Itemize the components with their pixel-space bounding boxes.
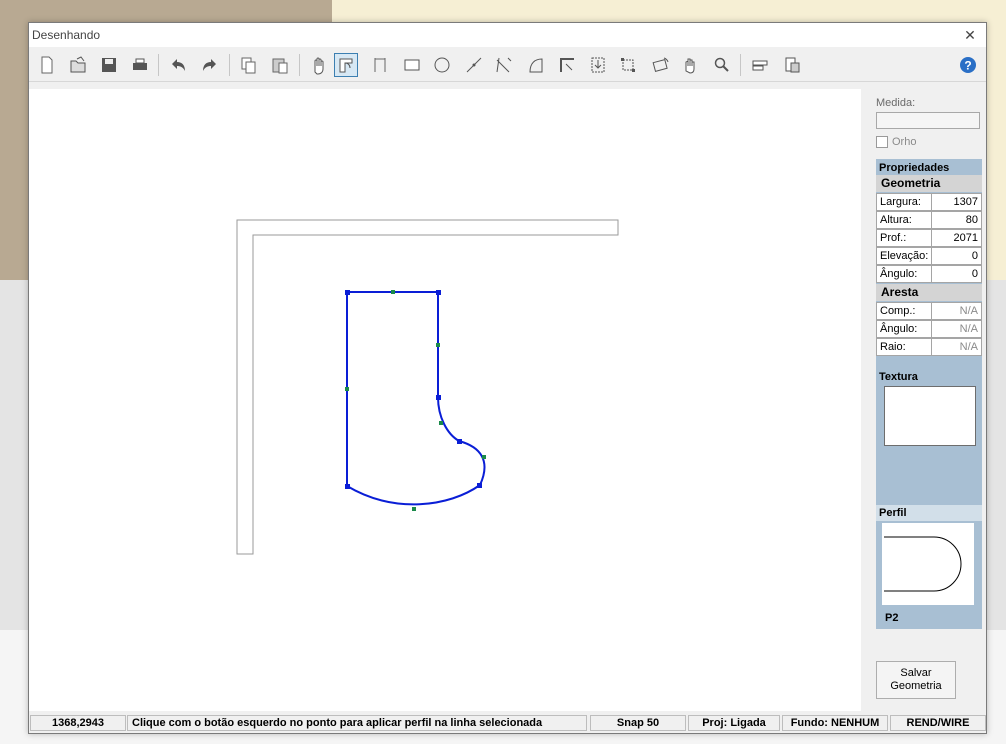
edge-value: N/A bbox=[932, 338, 982, 356]
rotate-icon[interactable] bbox=[648, 53, 672, 77]
trim-icon[interactable] bbox=[492, 53, 516, 77]
apply-profile-icon[interactable] bbox=[334, 53, 358, 77]
edge-label: Ângulo: bbox=[876, 320, 932, 338]
drawing-canvas[interactable] bbox=[29, 89, 861, 711]
properties-panel: Propriedades Geometria Largura: 1307 Alt… bbox=[876, 159, 982, 629]
profile-name: P2 bbox=[885, 612, 899, 624]
close-icon[interactable]: ✕ bbox=[954, 23, 986, 47]
save-geometry-label: Salvar Geometria bbox=[890, 667, 942, 692]
help-icon[interactable]: ? bbox=[956, 53, 980, 77]
edge-label: Comp.: bbox=[876, 302, 932, 320]
rectangle-icon[interactable] bbox=[400, 53, 424, 77]
circle-icon[interactable] bbox=[430, 53, 454, 77]
texture-preview[interactable] bbox=[884, 386, 976, 446]
prop-label: Altura: bbox=[876, 211, 932, 229]
hand-pan-icon[interactable] bbox=[306, 53, 330, 77]
edge-row-angulo: Ângulo: N/A bbox=[876, 320, 982, 338]
open-folder-icon[interactable] bbox=[66, 53, 90, 77]
prop-value[interactable]: 80 bbox=[932, 211, 982, 229]
edge-label: Raio: bbox=[876, 338, 932, 356]
status-render[interactable]: REND/WIRE bbox=[890, 715, 986, 731]
orho-label: Orho bbox=[892, 136, 917, 148]
drawing-window: Desenhando ✕ ? Medida: Orho Propriedades… bbox=[28, 22, 987, 734]
textura-title: Textura bbox=[879, 371, 918, 383]
edge-row-comp: Comp.: N/A bbox=[876, 302, 982, 320]
save-disk-icon[interactable] bbox=[97, 53, 121, 77]
profile-preview[interactable] bbox=[882, 523, 974, 605]
redo-icon[interactable] bbox=[198, 53, 222, 77]
status-coords: 1368,2943 bbox=[30, 715, 126, 731]
prop-label: Ângulo: bbox=[876, 265, 932, 283]
prop-value[interactable]: 2071 bbox=[932, 229, 982, 247]
layers-icon[interactable] bbox=[748, 53, 772, 77]
toolbar: ? bbox=[29, 48, 986, 82]
aresta-header: Aresta bbox=[876, 284, 982, 301]
save-geometry-button[interactable]: Salvar Geometria bbox=[876, 661, 956, 699]
edge-row-raio: Raio: N/A bbox=[876, 338, 982, 356]
status-message: Clique com o botão esquerdo no ponto par… bbox=[127, 715, 587, 731]
status-snap[interactable]: Snap 50 bbox=[590, 715, 686, 731]
properties-title: Propriedades bbox=[879, 162, 950, 174]
side-panel: Medida: Orho Propriedades Geometria Larg… bbox=[876, 89, 984, 711]
undo-icon[interactable] bbox=[166, 53, 190, 77]
prop-value[interactable]: 1307 bbox=[932, 193, 982, 211]
bracket-shape-icon[interactable] bbox=[368, 53, 392, 77]
title-bar: Desenhando ✕ bbox=[29, 23, 986, 47]
properties-icon[interactable] bbox=[780, 53, 804, 77]
status-proj[interactable]: Proj: Ligada bbox=[688, 715, 780, 731]
perfil-title: Perfil bbox=[879, 507, 907, 519]
arc-icon[interactable] bbox=[524, 53, 548, 77]
corner-icon[interactable] bbox=[555, 53, 579, 77]
edge-value: N/A bbox=[932, 320, 982, 338]
edge-value: N/A bbox=[932, 302, 982, 320]
medida-input[interactable] bbox=[876, 112, 980, 129]
orho-checkbox[interactable]: Orho bbox=[876, 136, 916, 148]
line-icon[interactable] bbox=[462, 53, 486, 77]
prop-row-altura[interactable]: Altura: 80 bbox=[876, 211, 982, 229]
svg-text:?: ? bbox=[964, 59, 971, 73]
medida-label: Medida: bbox=[876, 97, 916, 109]
import-icon[interactable] bbox=[586, 53, 610, 77]
copy-icon[interactable] bbox=[236, 53, 260, 77]
selected-shape bbox=[346, 291, 486, 506]
prop-row-elevacao[interactable]: Elevação: 0 bbox=[876, 247, 982, 265]
prop-row-largura[interactable]: Largura: 1307 bbox=[876, 193, 982, 211]
resize-frame-icon[interactable] bbox=[616, 53, 640, 77]
prop-row-prof[interactable]: Prof.: 2071 bbox=[876, 229, 982, 247]
prop-label: Largura: bbox=[876, 193, 932, 211]
window-title: Desenhando bbox=[32, 28, 101, 42]
vertex-handles bbox=[345, 290, 482, 489]
zoom-icon[interactable] bbox=[710, 53, 734, 77]
midpoint-handles bbox=[345, 290, 486, 511]
geometria-header: Geometria bbox=[876, 175, 982, 192]
status-fundo[interactable]: Fundo: NENHUM bbox=[782, 715, 888, 731]
new-file-icon[interactable] bbox=[35, 53, 59, 77]
prop-label: Elevação: bbox=[876, 247, 932, 265]
print-icon[interactable] bbox=[128, 53, 152, 77]
prop-label: Prof.: bbox=[876, 229, 932, 247]
checkbox-box[interactable] bbox=[876, 136, 888, 148]
prop-value[interactable]: 0 bbox=[932, 265, 982, 283]
prop-row-angulo[interactable]: Ângulo: 0 bbox=[876, 265, 982, 283]
paste-icon[interactable] bbox=[268, 53, 292, 77]
hand-move-icon[interactable] bbox=[678, 53, 702, 77]
prop-value[interactable]: 0 bbox=[932, 247, 982, 265]
status-bar: 1368,2943 Clique com o botão esquerdo no… bbox=[29, 714, 986, 733]
